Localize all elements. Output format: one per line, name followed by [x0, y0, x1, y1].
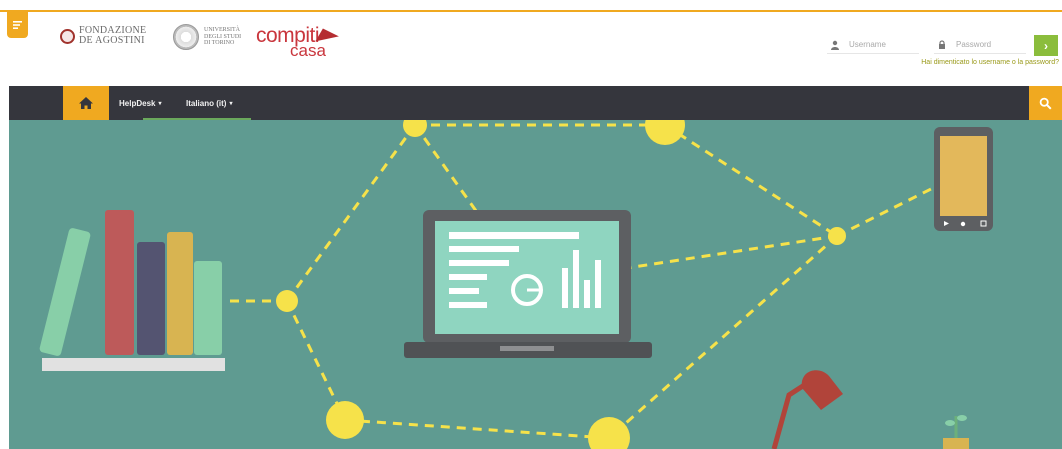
- chevron-down-icon: ▾: [229, 100, 233, 107]
- unito-line1: UNIVERSITÀ: [204, 27, 240, 34]
- nav-item-language[interactable]: Italiano (it) ▾: [186, 86, 232, 120]
- user-icon: [827, 37, 843, 53]
- plant-icon: [943, 415, 969, 449]
- lock-icon: [934, 37, 950, 53]
- nav-item-helpdesk-label: HelpDesk: [119, 98, 156, 108]
- fondazione-line2: DE AGOSTINI: [79, 35, 145, 46]
- unito-line3: DI TORINO: [204, 40, 235, 47]
- nav-item-language-label: Italiano (it): [186, 98, 227, 108]
- home-button[interactable]: [63, 86, 109, 120]
- password-field[interactable]: [934, 36, 1026, 54]
- laptop-icon: [404, 210, 652, 358]
- smartphone-icon: [934, 127, 993, 231]
- hero-illustration: [9, 120, 1062, 449]
- unito-logo[interactable]: UNIVERSITÀ DEGLI STUDI DI TORINO: [173, 24, 241, 50]
- network-illustration: [39, 120, 993, 449]
- casa-word: casa: [290, 41, 326, 60]
- username-input[interactable]: [849, 40, 919, 49]
- nav-item-helpdesk[interactable]: HelpDesk ▾: [119, 86, 161, 120]
- username-field[interactable]: [827, 36, 919, 54]
- desk-lamp-icon: [771, 370, 843, 449]
- home-icon: [79, 97, 93, 109]
- main-navbar: HelpDesk ▾ Italiano (it) ▾: [9, 86, 1062, 120]
- books-icon: [39, 210, 225, 371]
- unito-seal-icon: [173, 24, 199, 50]
- search-icon: [1039, 97, 1052, 110]
- forgot-credentials-link[interactable]: Hai dimenticato lo username o la passwor…: [921, 59, 1059, 66]
- password-input[interactable]: [956, 40, 1026, 49]
- fondazione-seal-icon: [60, 28, 75, 44]
- search-button[interactable]: [1029, 86, 1062, 120]
- login-submit-button[interactable]: ›: [1034, 35, 1058, 56]
- fondazione-logo[interactable]: FONDAZIONE DE AGOSTINI: [60, 26, 146, 46]
- chevron-down-icon: ▾: [158, 100, 162, 107]
- compiti-casa-logo[interactable]: compiti casa: [256, 24, 346, 64]
